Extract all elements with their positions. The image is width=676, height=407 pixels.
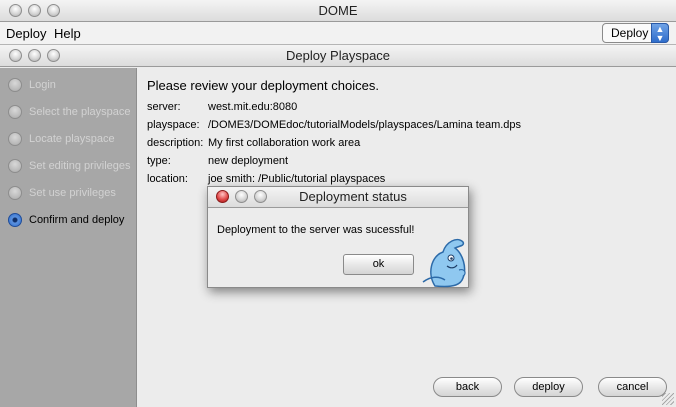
up-down-arrows-icon: ▲ ▼ (651, 23, 669, 43)
dialog-title: Deployment status (299, 189, 407, 204)
step-radio-icon (8, 105, 22, 119)
cancel-button[interactable]: cancel (598, 377, 667, 397)
detail-row-description: description: My first collaboration work … (147, 137, 360, 149)
detail-value: /DOME3/DOMEdoc/tutorialModels/playspaces… (208, 119, 522, 131)
dialog-message: Deployment to the server was sucessful! (217, 224, 415, 236)
deploy-button[interactable]: deploy (514, 377, 583, 397)
dialog-titlebar[interactable]: Deployment status (208, 187, 468, 208)
step-label: Set editing privileges (29, 160, 131, 172)
menu-bar: Deploy Help Deploy ▲ ▼ (0, 22, 676, 45)
detail-key: type: (147, 155, 171, 167)
detail-row-type: type: new deployment (147, 155, 288, 167)
step-confirm-and-deploy: Confirm and deploy (8, 212, 124, 228)
detail-value: joe smith: /Public/tutorial playspaces (208, 173, 386, 185)
dome-window-titlebar[interactable]: DOME (0, 0, 676, 22)
back-button[interactable]: back (433, 377, 502, 397)
wizard-steps-sidebar: Login Select the playspace Locate playsp… (0, 68, 137, 407)
step-select-playspace: Select the playspace (8, 104, 131, 120)
step-set-use-privileges: Set use privileges (8, 185, 116, 201)
menu-deploy[interactable]: Deploy (6, 26, 46, 41)
detail-value: My first collaboration work area (208, 137, 361, 149)
ok-button[interactable]: ok (343, 254, 414, 275)
detail-key: description: (147, 137, 204, 149)
step-radio-icon (8, 159, 22, 173)
detail-row-server: server: west.mit.edu:8080 (147, 101, 297, 113)
detail-row-location: location: joe smith: /Public/tutorial pla… (147, 173, 385, 185)
dome-mascot-icon (422, 238, 466, 288)
step-login: Login (8, 77, 56, 93)
step-set-editing-privileges: Set editing privileges (8, 158, 131, 174)
mode-select[interactable]: Deploy ▲ ▼ (602, 23, 669, 43)
step-radio-icon (8, 132, 22, 146)
mode-select-value: Deploy (611, 26, 649, 40)
dome-window-title: DOME (318, 3, 358, 18)
detail-row-playspace: playspace: /DOME3/DOMEdoc/tutorialModels/… (147, 119, 521, 131)
deploy-playspace-title: Deploy Playspace (285, 48, 391, 63)
step-label: Select the playspace (29, 106, 131, 118)
deploy-playspace-titlebar[interactable]: Deploy Playspace (0, 45, 676, 67)
review-heading: Please review your deployment choices. (147, 78, 379, 93)
detail-value: new deployment (208, 155, 289, 167)
close-dialog-icon[interactable] (216, 190, 229, 203)
menu-help[interactable]: Help (54, 26, 81, 41)
step-label: Login (29, 79, 56, 91)
detail-value: west.mit.edu:8080 (208, 101, 298, 113)
step-radio-icon (8, 78, 22, 92)
step-label: Confirm and deploy (29, 214, 125, 226)
step-radio-icon (8, 186, 22, 200)
step-label: Set use privileges (29, 187, 116, 199)
detail-key: playspace: (147, 119, 200, 131)
resize-grip-icon[interactable] (662, 393, 674, 405)
detail-key: server: (147, 101, 181, 113)
step-locate-playspace: Locate playspace (8, 131, 115, 147)
deployment-status-dialog: Deployment status Deployment to the serv… (207, 186, 469, 288)
detail-key: location: (147, 173, 188, 185)
step-label: Locate playspace (29, 133, 115, 145)
step-radio-selected-icon (8, 213, 22, 227)
